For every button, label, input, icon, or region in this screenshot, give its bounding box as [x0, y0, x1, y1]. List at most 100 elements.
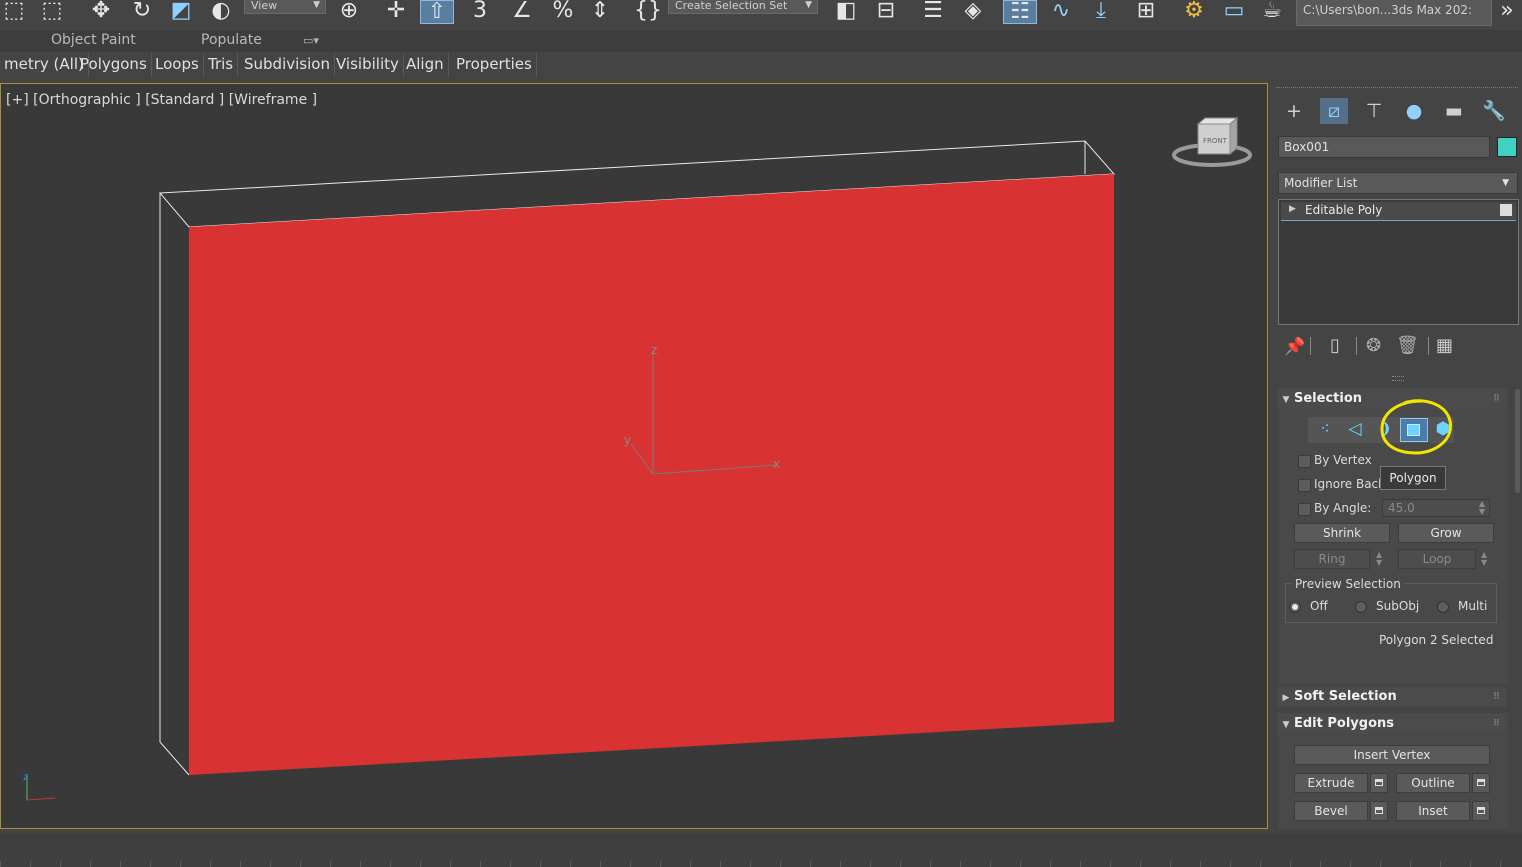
ring-button[interactable]: Ring: [1294, 549, 1370, 569]
material-editor-icon[interactable]: ⊞: [1130, 0, 1162, 24]
ignore-backfacing-checkbox[interactable]: [1298, 479, 1311, 492]
tab-align[interactable]: Align: [402, 53, 449, 76]
angle-snap-icon[interactable]: ∠: [505, 0, 539, 24]
modifier-stack[interactable]: ▶ Editable Poly: [1278, 199, 1519, 325]
preview-off-radio[interactable]: [1289, 601, 1301, 613]
utilities-tab-icon[interactable]: 🔧: [1480, 98, 1508, 124]
select-region-icon[interactable]: ⬚: [0, 0, 28, 24]
selection-set-dropdown[interactable]: Create Selection Set ▼: [668, 0, 818, 14]
extrude-button[interactable]: Extrude: [1294, 773, 1368, 793]
rollout-grip-icon[interactable]: ⠿: [1493, 714, 1500, 734]
outline-settings-icon[interactable]: [1472, 773, 1490, 793]
render-setup-icon[interactable]: ⚙: [1178, 0, 1210, 24]
display-tab-icon[interactable]: ▬: [1440, 98, 1468, 124]
rollout-grip-icon[interactable]: ⠿: [1493, 389, 1500, 409]
edge-mode-icon[interactable]: ◁: [1342, 419, 1368, 441]
shrink-button[interactable]: Shrink: [1294, 523, 1390, 543]
angle-spinner[interactable]: 45.0 ▲ ▼: [1382, 499, 1490, 517]
tab-visibility[interactable]: Visibility: [332, 53, 404, 76]
insert-vertex-button[interactable]: Insert Vertex: [1294, 745, 1490, 765]
grow-button[interactable]: Grow: [1398, 523, 1494, 543]
snap-3d-icon[interactable]: 3: [463, 0, 497, 24]
project-path-dropdown[interactable]: C:\Users\bon...3ds Max 202:: [1296, 0, 1492, 26]
tab-properties[interactable]: Properties: [452, 53, 537, 76]
loop-button[interactable]: Loop: [1398, 549, 1476, 569]
vertex-mode-icon[interactable]: ⁖: [1312, 419, 1338, 441]
scale-icon[interactable]: ◩: [166, 0, 196, 24]
configure-modifier-sets-icon[interactable]: ▦: [1436, 335, 1453, 356]
loop-spinner-icon[interactable]: ▲ ▼: [1481, 551, 1487, 567]
tab-loops[interactable]: Loops: [151, 53, 204, 76]
stack-item-toggle-icon[interactable]: [1500, 204, 1512, 216]
tab-object-paint[interactable]: Object Paint: [51, 32, 136, 48]
percent-snap-icon[interactable]: %: [546, 0, 580, 24]
tab-tris[interactable]: Tris: [204, 53, 239, 76]
edit-named-sets-icon[interactable]: {}: [632, 0, 664, 24]
panel-divider-grip[interactable]: [1392, 376, 1404, 381]
render-icon[interactable]: ☕: [1256, 0, 1288, 24]
toggle-layer-explorer-icon[interactable]: ◈: [958, 0, 988, 24]
command-panel-scrollbar[interactable]: [1515, 389, 1520, 493]
mirror-icon[interactable]: ◧: [830, 0, 862, 24]
rotate-icon[interactable]: ↻: [127, 0, 157, 24]
soft-selection-rollout-header[interactable]: ▶ Soft Selection ⠿: [1278, 687, 1506, 707]
view-dropdown[interactable]: View ▼: [244, 0, 326, 14]
tab-subdivision[interactable]: Subdivision: [240, 53, 335, 76]
selection-status-text: Polygon 2 Selected: [1379, 633, 1494, 647]
selection-filter-icon[interactable]: ◐: [205, 0, 237, 24]
modifier-list-dropdown[interactable]: Modifier List ▼: [1278, 172, 1518, 194]
inset-button[interactable]: Inset: [1396, 801, 1470, 821]
object-name-field[interactable]: Box001: [1278, 136, 1490, 158]
pivot-icon[interactable]: ⊕: [334, 0, 364, 24]
panel-grip[interactable]: [1276, 87, 1518, 92]
polygon-tooltip: Polygon: [1380, 466, 1446, 490]
collapse-arrow-icon: ▼: [1282, 720, 1290, 730]
toggle-ribbon-icon[interactable]: ☷: [1003, 0, 1037, 24]
toggle-scene-explorer-icon[interactable]: ☰: [918, 0, 948, 24]
create-tab-icon[interactable]: +: [1280, 98, 1308, 124]
object-color-swatch[interactable]: [1497, 137, 1517, 157]
rendered-frame-icon[interactable]: ▭: [1218, 0, 1250, 24]
align-icon[interactable]: ⊟: [870, 0, 902, 24]
keyboard-shortcut-icon[interactable]: ⇧: [420, 0, 454, 24]
remove-modifier-icon[interactable]: 🗑: [1396, 335, 1419, 356]
inset-settings-icon[interactable]: [1472, 801, 1490, 821]
by-angle-checkbox[interactable]: [1298, 503, 1311, 516]
selected-polygon-face[interactable]: [189, 174, 1114, 775]
tab-populate[interactable]: Populate: [201, 32, 262, 48]
window-crossing-icon[interactable]: ⬚: [38, 0, 66, 24]
viewcube[interactable]: FRONT: [1172, 116, 1252, 167]
spinner-arrows-icon[interactable]: ▲ ▼: [1479, 500, 1485, 516]
tab-polygons[interactable]: Polygons: [76, 53, 152, 76]
bevel-settings-icon[interactable]: [1370, 801, 1388, 821]
outline-button[interactable]: Outline: [1396, 773, 1470, 793]
modify-tab-icon[interactable]: ⧄: [1320, 98, 1348, 124]
rollout-grip-icon[interactable]: ⠿: [1493, 687, 1500, 707]
gizmo-y-label: y: [624, 433, 631, 447]
time-slider-ruler[interactable]: [0, 861, 1522, 867]
ring-spinner-icon[interactable]: ▲ ▼: [1376, 551, 1382, 567]
pin-stack-icon[interactable]: 📌: [1284, 337, 1305, 357]
curve-editor-icon[interactable]: ∿: [1045, 0, 1077, 24]
gizmo-x-label: x: [773, 457, 780, 471]
motion-tab-icon[interactable]: ●: [1400, 98, 1428, 124]
preview-subobj-radio[interactable]: [1355, 601, 1367, 613]
edit-polygons-rollout-header[interactable]: ▼ Edit Polygons ⠿: [1278, 714, 1506, 734]
stack-item-editable-poly[interactable]: ▶ Editable Poly: [1281, 202, 1516, 221]
extrude-settings-icon[interactable]: [1370, 773, 1388, 793]
bevel-button[interactable]: Bevel: [1294, 801, 1368, 821]
preview-multi-radio[interactable]: [1437, 601, 1449, 613]
spinner-snap-icon[interactable]: ⇕: [585, 0, 615, 24]
viewport-orthographic[interactable]: [+] [Orthographic ] [Standard ] [Wirefra…: [0, 83, 1268, 829]
expand-icon[interactable]: »: [1494, 0, 1520, 24]
make-unique-icon[interactable]: ❂: [1366, 335, 1381, 356]
ribbon-options-icon[interactable]: ▭▾: [303, 34, 319, 47]
manipulate-icon[interactable]: ✛: [380, 0, 412, 24]
preview-selection-title: Preview Selection: [1293, 577, 1403, 591]
schematic-view-icon[interactable]: ⤓: [1085, 0, 1117, 24]
show-end-result-icon[interactable]: ▯: [1330, 335, 1340, 356]
expand-arrow-icon[interactable]: ▶: [1289, 204, 1296, 214]
move-icon[interactable]: ✥: [86, 0, 116, 24]
hierarchy-tab-icon[interactable]: ⊤: [1360, 98, 1388, 124]
by-vertex-checkbox[interactable]: [1298, 455, 1311, 468]
